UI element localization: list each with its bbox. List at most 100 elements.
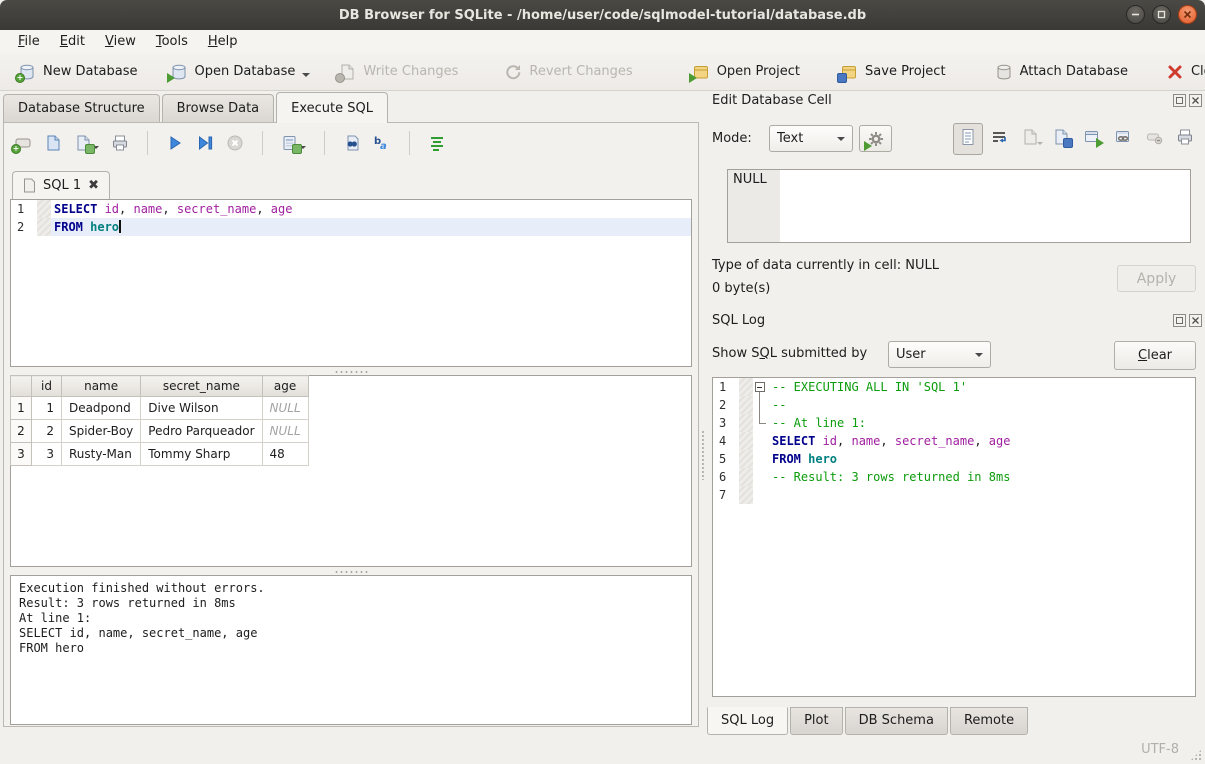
row-header[interactable]: 2: [11, 420, 32, 443]
print-cell-icon: [1176, 128, 1194, 146]
open-database-dropdown-icon[interactable]: [302, 73, 310, 81]
link-data-button[interactable]: [1114, 128, 1132, 150]
tab-browse-data[interactable]: Browse Data: [162, 94, 275, 123]
execute-all-button[interactable]: [166, 134, 184, 152]
save-project-button[interactable]: Save Project: [832, 59, 954, 85]
edit-cell-dock-title: Edit Database Cell: [712, 93, 832, 108]
import-settings-button[interactable]: [859, 125, 892, 152]
column-header-age[interactable]: age: [262, 376, 308, 397]
message-line: SELECT id, name, secret_name, age: [19, 626, 683, 641]
find-replace-icon: ba: [373, 134, 391, 152]
clear-log-button[interactable]: Clear: [1114, 341, 1196, 370]
open-external-button[interactable]: [1083, 128, 1101, 150]
cell-id[interactable]: 1: [32, 397, 62, 420]
maximize-button[interactable]: [1152, 5, 1171, 24]
cell-age[interactable]: 48: [262, 443, 308, 466]
write-changes-button[interactable]: Write Changes: [330, 59, 466, 85]
open-sql-tab-button[interactable]: +: [14, 134, 32, 152]
cell-id[interactable]: 2: [32, 420, 62, 443]
log-line: 1 -- EXECUTING ALL IN 'SQL 1': [713, 378, 1195, 396]
execute-sql-page: +: [3, 122, 699, 727]
fold-marker-icon[interactable]: [753, 378, 769, 396]
float-dock-icon[interactable]: [1173, 314, 1186, 327]
log-line: 5 FROM hero: [713, 450, 1195, 468]
menu-tools[interactable]: Tools: [146, 32, 198, 51]
revert-changes-button[interactable]: Revert Changes: [496, 59, 640, 85]
sql-log-view[interactable]: 1 -- EXECUTING ALL IN 'SQL 1' 2 -- 3 -- …: [712, 377, 1196, 697]
cell-name[interactable]: Deadpond: [61, 397, 140, 420]
format-sql-button[interactable]: [428, 134, 446, 152]
print-cell-button[interactable]: [1176, 128, 1194, 150]
float-dock-icon[interactable]: [1173, 94, 1186, 107]
tab-db-schema[interactable]: DB Schema: [845, 707, 948, 735]
cell-secret-name[interactable]: Tommy Sharp: [141, 443, 262, 466]
cell-name[interactable]: Rusty-Man: [61, 443, 140, 466]
new-database-button[interactable]: + New Database: [10, 59, 146, 85]
cell-id[interactable]: 3: [32, 443, 62, 466]
column-header-name[interactable]: name: [61, 376, 140, 397]
tab-execute-sql[interactable]: Execute SQL: [276, 92, 388, 123]
close-dock-icon[interactable]: [1189, 94, 1202, 107]
mode-combobox[interactable]: Text: [769, 125, 853, 152]
column-header-secret-name[interactable]: secret_name: [141, 376, 262, 397]
apply-button[interactable]: Apply: [1117, 265, 1196, 292]
set-null-button[interactable]: [1145, 128, 1163, 150]
results-message-splitter[interactable]: [10, 569, 692, 574]
print-sql-button[interactable]: [111, 134, 129, 152]
stop-icon: [226, 134, 244, 152]
text-mode-button[interactable]: [953, 123, 983, 155]
menu-file[interactable]: File: [8, 32, 50, 51]
tab-sql-log[interactable]: SQL Log: [707, 707, 788, 735]
execute-line-icon: [196, 134, 214, 152]
cell-type-info: Type of data currently in cell: NULL: [712, 258, 939, 273]
editor-results-splitter[interactable]: [10, 369, 692, 374]
log-line: 3 -- At line 1:: [713, 414, 1195, 432]
cell-secret-name[interactable]: Pedro Parqueador: [141, 420, 262, 443]
cell-name[interactable]: Spider-Boy: [61, 420, 140, 443]
close-dock-icon[interactable]: [1189, 314, 1202, 327]
import-cell-data-button[interactable]: [1021, 128, 1039, 150]
open-sql-file-icon: [44, 134, 62, 152]
word-wrap-button[interactable]: [990, 128, 1008, 150]
tab-plot[interactable]: Plot: [790, 707, 843, 735]
find-replace-button[interactable]: ba: [373, 134, 391, 152]
stop-button[interactable]: [226, 134, 244, 152]
import-settings-icon: [867, 130, 885, 148]
cell-value-editor[interactable]: NULL: [727, 169, 1191, 243]
column-header-id[interactable]: id: [32, 376, 62, 397]
resize-grip[interactable]: [1190, 749, 1202, 761]
dock-splitter[interactable]: [701, 430, 705, 480]
table-row: 1 1 Deadpond Dive Wilson NULL: [11, 397, 309, 420]
close-button[interactable]: [1178, 5, 1197, 24]
execution-message[interactable]: Execution finished without errors. Resul…: [10, 575, 692, 725]
menu-edit[interactable]: Edit: [50, 32, 95, 51]
execute-current-line-button[interactable]: [196, 134, 214, 152]
tab-database-structure[interactable]: Database Structure: [3, 94, 160, 123]
export-cell-data-button[interactable]: [1052, 128, 1070, 150]
open-sql-file-button[interactable]: [44, 134, 62, 152]
status-bar: UTF-8: [0, 735, 1205, 764]
row-header[interactable]: 1: [11, 397, 32, 420]
cell-age[interactable]: NULL: [262, 420, 308, 443]
sql-file-tab[interactable]: SQL 1 ✖: [12, 171, 110, 199]
open-project-button[interactable]: Open Project: [684, 59, 808, 85]
cell-secret-name[interactable]: Dive Wilson: [141, 397, 262, 420]
close-sql-tab-icon[interactable]: ✖: [88, 178, 99, 193]
row-header[interactable]: 3: [11, 443, 32, 466]
export-results-button[interactable]: [281, 134, 306, 152]
open-database-button[interactable]: Open Database: [162, 59, 319, 85]
close-database-button[interactable]: Close Database: [1158, 59, 1205, 85]
cell-age[interactable]: NULL: [262, 397, 308, 420]
tab-remote[interactable]: Remote: [950, 707, 1028, 735]
sql-editor[interactable]: 1 SELECT id, name, secret_name, age 2 FR…: [10, 199, 692, 367]
save-sql-file-button[interactable]: [74, 134, 99, 152]
attach-database-button[interactable]: Attach Database: [987, 59, 1136, 85]
message-line: Execution finished without errors.: [19, 581, 683, 596]
log-filter-combobox[interactable]: User: [888, 341, 991, 368]
menu-view[interactable]: View: [95, 32, 146, 51]
menu-help[interactable]: Help: [198, 32, 248, 51]
corner-header[interactable]: [11, 376, 32, 397]
import-data-icon: [1021, 128, 1039, 146]
find-button[interactable]: [343, 134, 361, 152]
minimize-button[interactable]: [1126, 5, 1145, 24]
